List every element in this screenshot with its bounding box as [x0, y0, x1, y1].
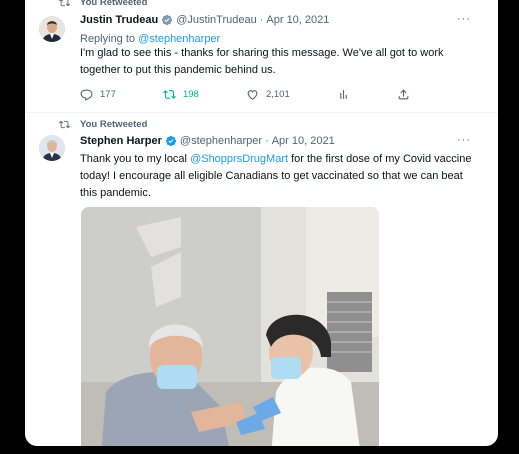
mention-link[interactable]: @ShopprsDrugMart [190, 153, 288, 165]
tweet-photo[interactable] [81, 207, 379, 446]
replying-handle-link[interactable]: @stephenharper [138, 33, 220, 45]
tweet-date[interactable]: Apr 10, 2021 [272, 135, 335, 147]
share-button[interactable] [397, 88, 410, 101]
verified-badge-icon [165, 135, 177, 147]
retweet-indicator: You Retweeted [59, 0, 147, 8]
avatar-justin-trudeau[interactable] [39, 16, 65, 42]
avatar-image [39, 135, 65, 161]
reply-icon [80, 89, 93, 101]
retweet-label: You Retweeted [80, 119, 148, 130]
tweet-date[interactable]: Apr 10, 2021 [266, 14, 329, 26]
vaccination-photo [81, 207, 379, 446]
retweet-button[interactable]: 198 [163, 88, 199, 101]
tweet-header: Stephen Harper @stephenharper · Apr 10, … [80, 135, 335, 147]
like-button[interactable]: 2,101 [246, 88, 290, 101]
like-count: 2,101 [265, 89, 290, 100]
handle[interactable]: @stephenharper [180, 135, 262, 147]
display-name[interactable]: Justin Trudeau [80, 14, 158, 26]
verified-badge-icon [162, 14, 173, 26]
replying-prefix: Replying to [80, 33, 136, 45]
separator-dot: · [259, 14, 264, 26]
timeline-card: You Retweeted Justin Trudeau @JustinTrud… [25, 0, 498, 446]
handle[interactable]: @JustinTrudeau [176, 14, 256, 26]
tweet-header: Justin Trudeau @JustinTrudeau · Apr 10, … [80, 14, 329, 26]
retweet-icon [59, 120, 70, 129]
avatar-image [39, 16, 65, 42]
analytics-button[interactable] [337, 88, 350, 101]
tweet-justin-trudeau[interactable]: You Retweeted Justin Trudeau @JustinTrud… [25, 0, 498, 112]
analytics-icon [340, 90, 347, 99]
retweet-count: 198 [182, 89, 199, 100]
tweet-text-start: Thank you to my local [80, 153, 191, 165]
like-icon [247, 90, 258, 100]
reply-count: 177 [100, 89, 116, 100]
share-icon [398, 89, 409, 100]
retweet-label: You Retweeted [80, 0, 148, 8]
tweet-text: I'm glad to see this - thanks for sharin… [80, 47, 444, 76]
separator-dot: · [265, 135, 269, 147]
display-name[interactable]: Stephen Harper [80, 135, 162, 147]
avatar-stephen-harper[interactable] [39, 135, 65, 161]
reply-button[interactable]: 177 [80, 88, 116, 101]
retweet-icon [59, 0, 70, 7]
more-icon[interactable]: ··· [457, 134, 471, 146]
tweet-text: Thank you to my local @ShopprsDrugMart f… [80, 151, 480, 202]
more-icon[interactable]: ··· [457, 13, 471, 25]
tweet-actions: 177 198 2,101 [80, 88, 410, 101]
retweet-indicator: You Retweeted [59, 119, 147, 130]
retweet-icon [163, 90, 176, 99]
